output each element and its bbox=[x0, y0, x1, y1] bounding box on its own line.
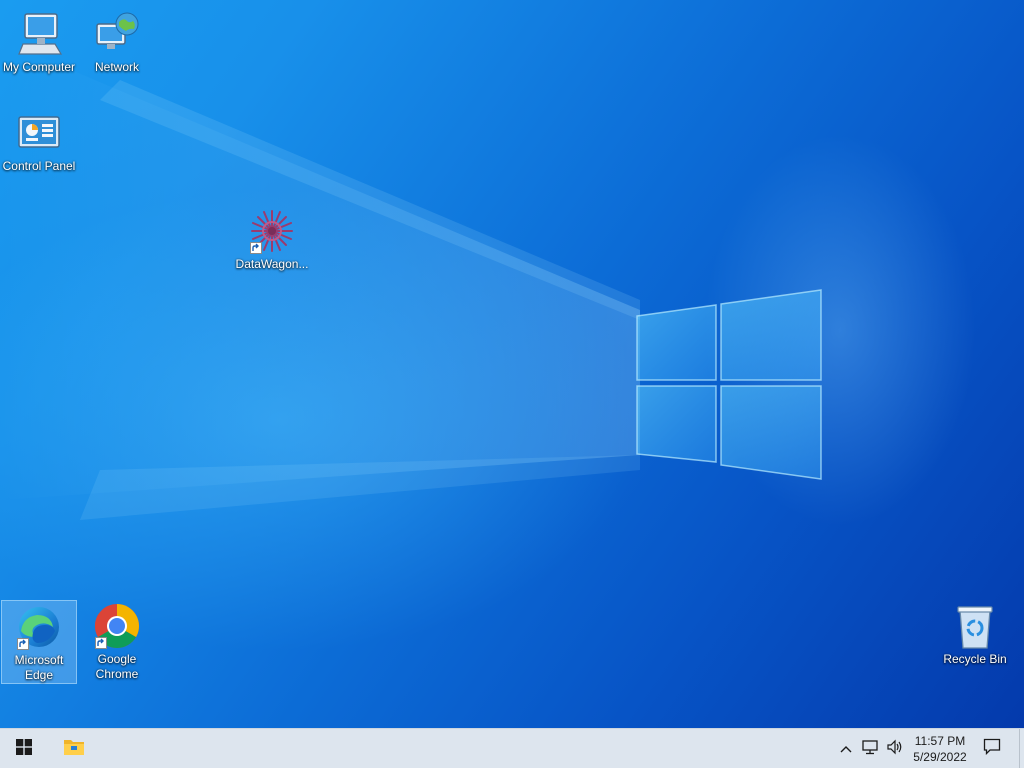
shortcut-arrow-icon bbox=[17, 638, 29, 650]
network-icon bbox=[93, 10, 141, 58]
show-hidden-icons-button[interactable] bbox=[836, 729, 856, 768]
chrome-icon bbox=[93, 602, 141, 650]
action-center-icon bbox=[983, 738, 1001, 760]
control-panel-icon bbox=[15, 109, 63, 157]
start-button[interactable] bbox=[0, 729, 48, 768]
desktop-icon-label: Control Panel bbox=[2, 159, 76, 173]
desktop-icon-datawagon[interactable]: DataWagon... bbox=[233, 205, 311, 272]
network-tray-icon bbox=[862, 739, 880, 760]
datawagon-icon bbox=[248, 207, 296, 255]
desktop-icon-recycle-bin[interactable]: Recycle Bin bbox=[936, 600, 1014, 667]
desktop-icon-microsoft-edge[interactable]: Microsoft Edge bbox=[1, 600, 77, 684]
desktop-icon-my-computer[interactable]: My Computer bbox=[0, 8, 78, 75]
taskbar: 11:57 PM 5/29/2022 bbox=[0, 728, 1024, 768]
desktop-icon-label: Network bbox=[94, 60, 139, 74]
volume-icon bbox=[886, 739, 904, 760]
edge-icon bbox=[15, 603, 63, 651]
volume-button[interactable] bbox=[884, 729, 906, 768]
desktop-icon-control-panel[interactable]: Control Panel bbox=[0, 107, 78, 174]
desktop-icon-label: Recycle Bin bbox=[943, 652, 1007, 666]
network-tray-button[interactable] bbox=[860, 729, 882, 768]
desktop-icon-label: Microsoft Edge bbox=[14, 653, 64, 682]
shortcut-arrow-icon bbox=[250, 242, 262, 254]
recycle-bin-icon bbox=[951, 602, 999, 650]
taskbar-file-explorer[interactable] bbox=[50, 729, 98, 768]
computer-icon bbox=[15, 10, 63, 58]
windows-logo-icon bbox=[16, 738, 32, 760]
desktop-icon-label: DataWagon... bbox=[235, 257, 309, 271]
desktop-icon-label: My Computer bbox=[2, 60, 76, 74]
desktop-icon-google-chrome[interactable]: Google Chrome bbox=[78, 600, 156, 682]
show-desktop-button[interactable] bbox=[1019, 729, 1024, 768]
clock[interactable]: 11:57 PM 5/29/2022 bbox=[906, 733, 974, 765]
shortcut-arrow-icon bbox=[95, 637, 107, 649]
desktop-icon-label: Google Chrome bbox=[95, 652, 139, 681]
action-center-button[interactable] bbox=[978, 729, 1006, 768]
file-explorer-icon bbox=[63, 737, 85, 762]
clock-time: 11:57 PM bbox=[914, 734, 966, 748]
desktop-icon-network[interactable]: Network bbox=[78, 8, 156, 75]
clock-date: 5/29/2022 bbox=[913, 750, 967, 764]
chevron-up-icon bbox=[840, 740, 852, 758]
